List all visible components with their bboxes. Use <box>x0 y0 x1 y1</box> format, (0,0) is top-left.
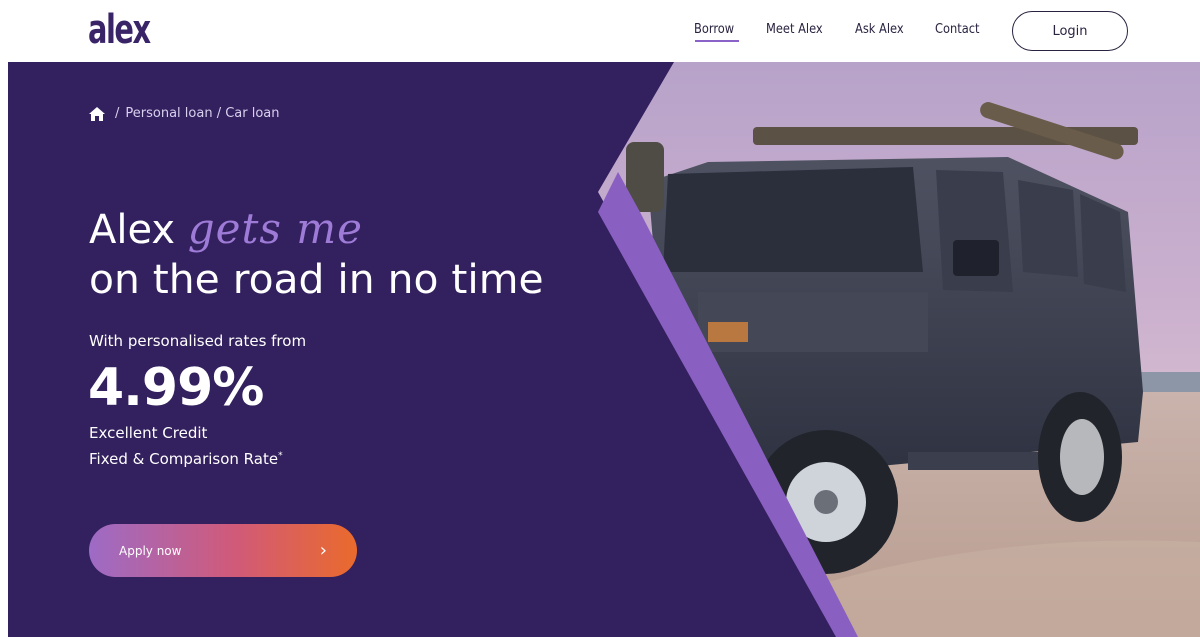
rate-value: 4.99% <box>88 358 264 418</box>
breadcrumb: / Personal loan / Car loan <box>89 106 280 121</box>
hero-heading-line2: on the road in no time <box>89 257 544 303</box>
rate-footnote-marker: * <box>278 451 283 461</box>
nav-active-indicator <box>695 40 739 42</box>
credit-label: Excellent Credit <box>89 424 208 442</box>
hero-heading-script: gets me <box>187 204 363 253</box>
hero-heading-start: Alex <box>89 207 176 253</box>
hero-section: / Personal loan / Car loan Alex gets me … <box>8 62 1200 637</box>
nav-borrow[interactable]: Borrow <box>694 22 734 37</box>
alex-logo[interactable]: alex <box>88 8 151 52</box>
nav-ask-alex[interactable]: Ask Alex <box>855 22 904 37</box>
chevron-right-icon: › <box>319 540 327 561</box>
rate-type-label: Fixed & Comparison Rate <box>89 450 279 468</box>
breadcrumb-separator: / <box>115 106 120 121</box>
login-button-label: Login <box>1052 23 1088 39</box>
apply-now-label: Apply now <box>119 543 182 558</box>
breadcrumb-path[interactable]: Personal loan / Car loan <box>125 106 279 121</box>
page-gutter <box>0 62 8 637</box>
site-header: alex Borrow Meet Alex Ask Alex Contact L… <box>0 0 1200 62</box>
rate-type: Fixed & Comparison Rate* <box>89 450 283 468</box>
nav-meet-alex[interactable]: Meet Alex <box>766 22 823 37</box>
nav-contact[interactable]: Contact <box>935 22 980 37</box>
login-button[interactable]: Login <box>1012 11 1128 51</box>
home-icon[interactable] <box>89 106 105 121</box>
hero-heading-line1: Alex gets me <box>89 204 363 255</box>
rate-intro: With personalised rates from <box>89 332 307 350</box>
apply-now-button[interactable]: Apply now › <box>89 524 357 577</box>
